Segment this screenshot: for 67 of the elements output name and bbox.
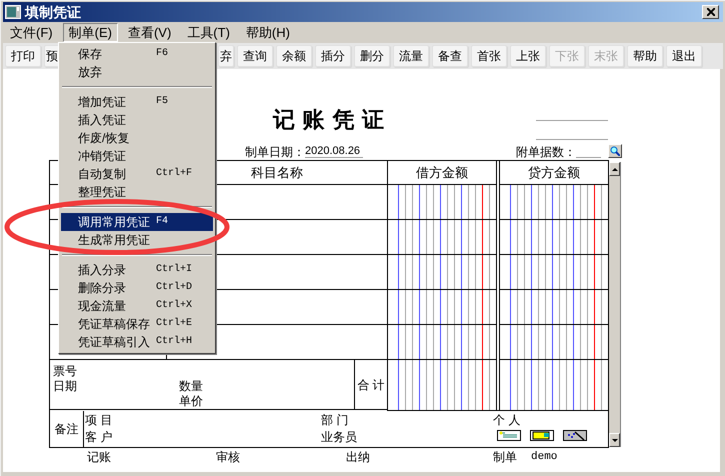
menu-item[interactable]: 删除分录 Ctrl+D bbox=[61, 279, 213, 297]
menu-item[interactable]: 插入分录 Ctrl+I bbox=[61, 261, 213, 279]
menu-item[interactable]: 调用常用凭证 F4 bbox=[61, 213, 213, 231]
scrollbar[interactable] bbox=[609, 162, 621, 447]
menu-bar-item[interactable]: 制单(E) bbox=[62, 23, 118, 42]
menu-item[interactable]: 生成常用凭证 bbox=[61, 231, 213, 249]
signature-label: 制单 bbox=[493, 449, 517, 465]
window-icon bbox=[5, 5, 21, 19]
menu-item[interactable]: 现金流量 Ctrl+X bbox=[61, 297, 213, 315]
signature-label: 记账 bbox=[87, 449, 111, 465]
menu-item[interactable]: 放弃 bbox=[61, 63, 213, 81]
department-label: 部 门 bbox=[321, 412, 350, 429]
summary-date-label: 日期 bbox=[53, 379, 78, 394]
menu-item[interactable]: 冲销凭证 bbox=[61, 147, 213, 165]
signature-label: 审核 bbox=[216, 449, 240, 465]
menu-bar-item[interactable]: 查看(V) bbox=[122, 23, 178, 42]
voucher-title: 记 账 凭 证 bbox=[273, 106, 384, 135]
salesperson-label: 业务员 bbox=[321, 429, 358, 446]
attachments-label: 附单据数： bbox=[516, 146, 576, 158]
menu-bar-item[interactable]: 工具(T) bbox=[181, 23, 236, 42]
quantity-label: 数量 bbox=[179, 379, 203, 394]
menu-item[interactable]: 插入凭证 bbox=[61, 111, 213, 129]
toolbar-button[interactable]: 删分 bbox=[354, 45, 390, 67]
menu-bar-item[interactable]: 文件(F) bbox=[4, 23, 59, 42]
customer-label: 客 户 bbox=[85, 429, 114, 446]
toolbar-button[interactable]: 查询 bbox=[237, 45, 273, 67]
menu-item[interactable]: 增加凭证 F5 bbox=[61, 93, 213, 111]
toolbar-button[interactable]: 打印 bbox=[5, 45, 41, 67]
date-field[interactable]: 2020.08.26 bbox=[305, 146, 364, 158]
table-header-cell: 借方金额 bbox=[416, 165, 468, 180]
table-header-cell: 贷方金额 bbox=[528, 165, 580, 180]
signature-value: demo bbox=[531, 450, 558, 465]
signature-label: 出纳 bbox=[346, 449, 370, 465]
search-button[interactable] bbox=[608, 144, 622, 158]
window-title: 填制凭证 bbox=[25, 5, 81, 19]
menu-item[interactable]: 保存 F6 bbox=[61, 45, 213, 63]
card-icon[interactable] bbox=[530, 430, 554, 441]
scroll-down-icon[interactable] bbox=[612, 438, 618, 442]
menu-item[interactable]: 凭证草稿保存 Ctrl+E bbox=[61, 315, 213, 333]
close-icon bbox=[706, 8, 714, 16]
menu-item[interactable]: 自动复制 Ctrl+F bbox=[61, 165, 213, 183]
toolbar-button[interactable]: 备查 bbox=[432, 45, 468, 67]
search-icon bbox=[610, 146, 620, 156]
toolbar-button[interactable]: 首张 bbox=[471, 45, 507, 67]
wand-icon[interactable] bbox=[563, 430, 587, 441]
close-button[interactable] bbox=[702, 5, 719, 19]
toolbar-button[interactable]: 帮助 bbox=[627, 45, 663, 67]
person-label: 个 人 bbox=[493, 412, 522, 429]
menu-item[interactable]: 整理凭证 bbox=[61, 183, 213, 201]
toolbar-button[interactable]: 插分 bbox=[315, 45, 351, 67]
table-header-cell-text: 科目名称 bbox=[251, 164, 303, 182]
menu-item[interactable]: 凭证草稿引入 Ctrl+H bbox=[61, 333, 213, 351]
project-label: 项 目 bbox=[85, 412, 114, 429]
ticket-label: 票号 bbox=[53, 364, 78, 379]
total-label: 合 计 bbox=[357, 376, 385, 394]
toolbar-button[interactable]: 余额 bbox=[276, 45, 312, 67]
scroll-up-icon[interactable] bbox=[612, 168, 618, 170]
toolbar-button[interactable]: 上张 bbox=[510, 45, 546, 67]
date-label: 制单日期： bbox=[245, 146, 305, 158]
price-label: 单价 bbox=[179, 394, 203, 409]
notes-label: 备注 bbox=[54, 420, 78, 438]
toolbar-button[interactable]: 退出 bbox=[666, 45, 702, 67]
toolbar-button[interactable]: 流量 bbox=[393, 45, 429, 67]
document-icon[interactable] bbox=[497, 430, 521, 441]
menu-item[interactable]: 作废/恢复 bbox=[61, 129, 213, 147]
toolbar-button[interactable]: 弃 bbox=[218, 45, 234, 67]
menu-bar-item[interactable]: 帮助(H) bbox=[240, 23, 296, 42]
